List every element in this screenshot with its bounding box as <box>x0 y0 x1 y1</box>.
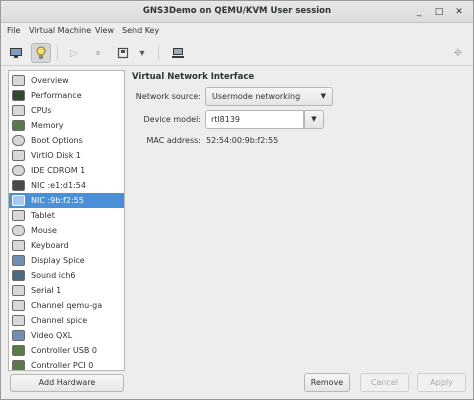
menu-bar: File Virtual Machine View Send Key <box>1 23 473 40</box>
menu-file[interactable]: File <box>7 26 20 35</box>
add-hardware-button[interactable]: Add Hardware <box>10 374 124 392</box>
sidebar-item-nic-1[interactable]: NIC :e1:d1:54 <box>9 178 124 193</box>
cancel-button[interactable]: Cancel <box>360 373 409 392</box>
mac-address-value: 52:54:00:9b:f2:55 <box>206 136 279 145</box>
controller-icon <box>12 345 25 356</box>
sidebar-item-label: Performance <box>31 91 82 100</box>
sidebar-item-label: Display Spice <box>31 256 85 265</box>
window-title: GNS3Demo on QEMU/KVM User session <box>142 6 332 16</box>
info-icon <box>12 75 25 86</box>
apply-button[interactable]: Apply <box>417 373 466 392</box>
sidebar-item-ide-cdrom[interactable]: IDE CDROM 1 <box>9 163 124 178</box>
sidebar-item-label: Channel spice <box>31 316 88 325</box>
network-source-value: Usermode networking <box>212 92 301 101</box>
disk-icon <box>12 150 25 161</box>
sidebar-item-tablet[interactable]: Tablet <box>9 208 124 223</box>
sidebar-item-sound[interactable]: Sound ich6 <box>9 268 124 283</box>
sidebar-item-boot-options[interactable]: Boot Options <box>9 133 124 148</box>
sidebar-item-overview[interactable]: Overview <box>9 73 124 88</box>
hardware-list: Overview Performance CPUs Memory Boot Op… <box>8 70 125 371</box>
gear-icon <box>12 135 25 146</box>
toolbar-separator <box>158 46 159 60</box>
sidebar-item-label: Memory <box>31 121 64 130</box>
mouse-icon <box>12 225 25 236</box>
sidebar-item-label: Overview <box>31 76 69 85</box>
nic-icon <box>12 195 25 206</box>
network-source-dropdown[interactable]: Usermode networking ▼ <box>205 87 333 106</box>
sidebar-item-label: Channel qemu-ga <box>31 301 103 310</box>
pause-icon[interactable]: ⏸ <box>88 43 108 63</box>
vm-details-window: GNS3Demo on QEMU/KVM User session _ □ ✕ … <box>0 0 474 400</box>
chevron-down-icon: ▼ <box>311 115 317 123</box>
section-title: Virtual Network Interface <box>132 72 255 82</box>
title-bar[interactable]: GNS3Demo on QEMU/KVM User session _ □ ✕ <box>1 1 473 23</box>
maximize-button[interactable]: □ <box>433 6 445 18</box>
sidebar-item-label: Controller PCI 0 <box>31 361 94 370</box>
device-model-input[interactable]: rtl8139 <box>205 110 304 129</box>
sidebar-item-serial[interactable]: Serial 1 <box>9 283 124 298</box>
sidebar-item-controller-usb[interactable]: Controller USB 0 <box>9 343 124 358</box>
sidebar-item-label: CPUs <box>31 106 52 115</box>
sidebar-item-display-spice[interactable]: Display Spice <box>9 253 124 268</box>
video-icon <box>12 330 25 341</box>
sidebar-item-controller-pci[interactable]: Controller PCI 0 <box>9 358 124 370</box>
channel-icon <box>12 315 25 326</box>
device-model-dropdown-button[interactable]: ▼ <box>304 110 324 129</box>
sidebar-item-label: VirtIO Disk 1 <box>31 151 81 160</box>
close-button[interactable]: ✕ <box>453 6 465 18</box>
mac-address-label: MAC address: <box>146 136 202 145</box>
sidebar-item-channel-spice[interactable]: Channel spice <box>9 313 124 328</box>
sidebar-item-channel-qemu-ga[interactable]: Channel qemu-ga <box>9 298 124 313</box>
display-icon <box>12 255 25 266</box>
sound-icon <box>12 270 25 281</box>
sidebar-item-memory[interactable]: Memory <box>9 118 124 133</box>
dropdown-arrow-icon[interactable]: ▾ <box>135 43 149 63</box>
menu-view[interactable]: View <box>95 26 114 35</box>
sidebar-item-label: Serial 1 <box>31 286 62 295</box>
device-model-label: Device model: <box>143 115 201 124</box>
snapshot-icon[interactable] <box>168 43 188 63</box>
memory-icon <box>12 120 25 131</box>
play-icon[interactable]: ▷ <box>64 43 84 63</box>
menu-virtual-machine[interactable]: Virtual Machine <box>29 26 91 35</box>
cpu-icon <box>12 105 25 116</box>
sidebar-item-nic-2[interactable]: NIC :9b:f2:55 <box>9 193 124 208</box>
sidebar-item-label: Video QXL <box>31 331 73 340</box>
network-source-label: Network source: <box>135 92 201 101</box>
channel-icon <box>12 300 25 311</box>
sidebar-item-label: Boot Options <box>31 136 83 145</box>
toolbar: ▷ ⏸ ▾ ✥ <box>1 40 473 66</box>
sidebar-item-keyboard[interactable]: Keyboard <box>9 238 124 253</box>
controller-icon <box>12 360 25 370</box>
serial-icon <box>12 285 25 296</box>
sidebar-item-label: Tablet <box>31 211 55 220</box>
fullscreen-icon[interactable]: ✥ <box>448 43 468 63</box>
toolbar-separator <box>57 46 58 60</box>
remove-button[interactable]: Remove <box>304 373 350 392</box>
menu-send-key[interactable]: Send Key <box>122 26 159 35</box>
monitor-icon[interactable] <box>6 43 26 63</box>
details-pane: Virtual Network Interface Network source… <box>131 70 466 370</box>
keyboard-icon <box>12 240 25 251</box>
power-icon[interactable] <box>113 43 133 63</box>
sidebar-item-label: Controller USB 0 <box>31 346 97 355</box>
performance-icon <box>12 90 25 101</box>
sidebar-item-virtio-disk[interactable]: VirtIO Disk 1 <box>9 148 124 163</box>
tablet-icon <box>12 210 25 221</box>
sidebar-item-cpus[interactable]: CPUs <box>9 103 124 118</box>
sidebar-item-mouse[interactable]: Mouse <box>9 223 124 238</box>
cdrom-icon <box>12 165 25 176</box>
sidebar-item-video-qxl[interactable]: Video QXL <box>9 328 124 343</box>
minimize-button[interactable]: _ <box>413 6 425 18</box>
sidebar-item-label: IDE CDROM 1 <box>31 166 86 175</box>
sidebar-item-label: NIC :e1:d1:54 <box>31 181 86 190</box>
sidebar-item-label: Mouse <box>31 226 57 235</box>
sidebar-item-performance[interactable]: Performance <box>9 88 124 103</box>
sidebar-item-label: NIC :9b:f2:55 <box>31 196 84 205</box>
sidebar-item-label: Keyboard <box>31 241 69 250</box>
nic-icon <box>12 180 25 191</box>
lightbulb-icon[interactable] <box>31 43 51 63</box>
sidebar-item-label: Sound ich6 <box>31 271 76 280</box>
chevron-down-icon: ▼ <box>320 92 326 100</box>
